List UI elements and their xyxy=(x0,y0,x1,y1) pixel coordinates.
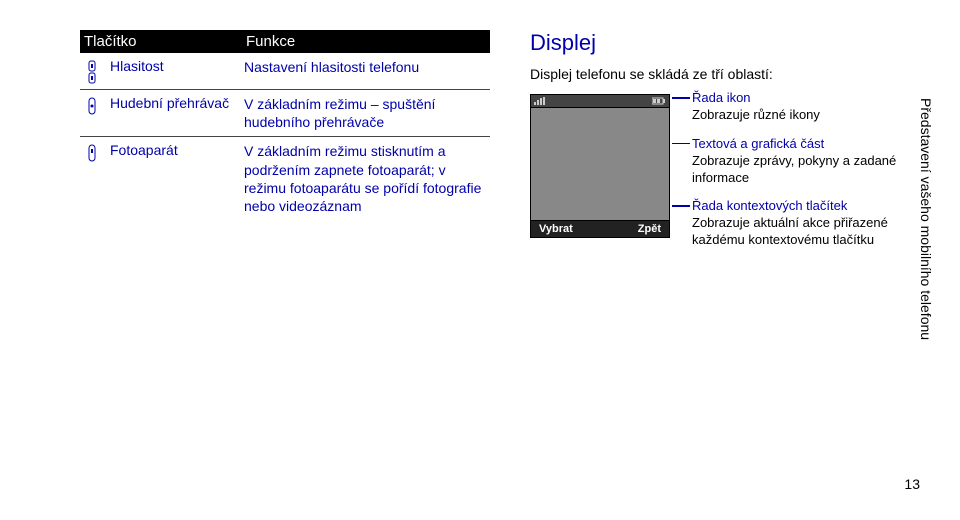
content-area xyxy=(530,108,670,220)
signal-icon xyxy=(534,97,548,105)
anno-title: Řada ikon xyxy=(692,90,910,107)
row-desc: V základním režimu stisknutím a podržení… xyxy=(240,142,490,215)
softkey-right: Zpět xyxy=(638,223,661,235)
table-row: Hlasitost Nastavení hlasitosti telefonu xyxy=(80,53,490,90)
table-row: Hudební přehrávač V základním režimu – s… xyxy=(80,90,490,137)
volume-key-icon xyxy=(80,58,104,84)
header-function: Funkce xyxy=(240,30,490,53)
anno-desc: Zobrazuje různé ikony xyxy=(692,107,910,124)
softkey-left: Vybrat xyxy=(539,223,573,235)
battery-icon xyxy=(652,97,666,105)
table-row: Fotoaparát V základním režimu stisknutím… xyxy=(80,137,490,220)
status-bar xyxy=(530,94,670,108)
annotation-icons-row: Řada ikon Zobrazuje různé ikony xyxy=(692,90,910,124)
header-button: Tlačítko xyxy=(80,30,240,53)
music-key-icon xyxy=(80,95,104,131)
camera-key-icon xyxy=(80,142,104,215)
annotation-text-area: Textová a grafická část Zobrazuje zprávy… xyxy=(692,136,910,187)
annotation-softkeys-row: Řada kontextových tlačítek Zobrazuje akt… xyxy=(692,198,910,249)
anno-desc: Zobrazuje zprávy, pokyny a zadané inform… xyxy=(692,153,910,187)
row-desc: Nastavení hlasitosti telefonu xyxy=(240,58,490,84)
section-title: Displej xyxy=(530,30,910,56)
row-label: Hudební přehrávač xyxy=(104,95,240,131)
row-label: Fotoaparát xyxy=(104,142,240,215)
anno-title: Textová a grafická část xyxy=(692,136,910,153)
side-tab-label: Představení vašeho mobilního telefonu xyxy=(918,98,934,340)
page-number: 13 xyxy=(904,476,920,492)
intro-text: Displej telefonu se skládá ze tří oblast… xyxy=(530,66,910,82)
row-desc: V základním režimu – spuštění hudebního … xyxy=(240,95,490,131)
phone-display-mock: Vybrat Zpět xyxy=(530,94,670,261)
table-header: Tlačítko Funkce xyxy=(80,30,490,53)
anno-desc: Zobrazuje aktuální akce přiřazené každém… xyxy=(692,215,910,249)
row-label: Hlasitost xyxy=(104,58,240,84)
anno-title: Řada kontextových tlačítek xyxy=(692,198,910,215)
softkey-bar: Vybrat Zpět xyxy=(530,220,670,238)
